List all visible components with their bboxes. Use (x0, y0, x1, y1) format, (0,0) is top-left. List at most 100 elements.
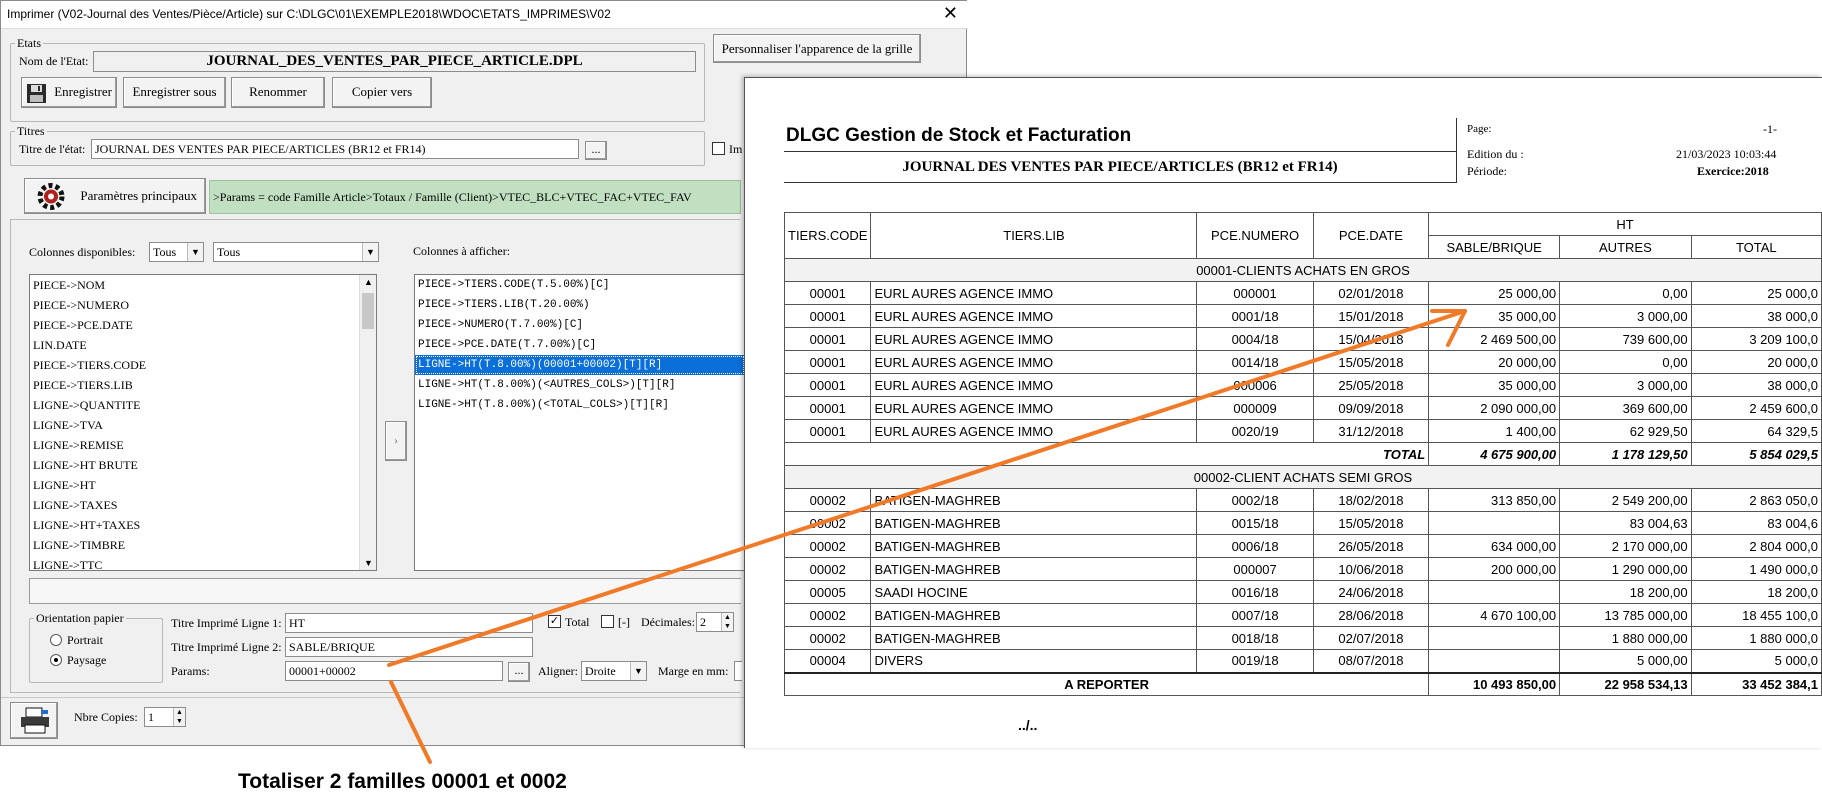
title-browse-button[interactable]: ... (585, 141, 607, 160)
print-params-field[interactable]: 00001+00002 (285, 661, 503, 681)
cell-tiers-lib: SAADI HOCINE (870, 580, 1198, 604)
total-checkbox[interactable]: ✓ (548, 615, 561, 628)
cell-total: 20 000,0 (1690, 350, 1822, 374)
chevron-down-icon[interactable]: ▼ (364, 558, 373, 568)
table-row: 00005 SAADI HOCINE 0016/18 24/06/2018 18 200… (783, 580, 1822, 604)
spinner-arrows-icon[interactable]: ▲ ▼ (721, 613, 733, 631)
table-row: 00002 BATIGEN-MAGHREB 0007/18 28/06/2018 4 6… (783, 603, 1822, 627)
available-column-item[interactable]: LIGNE->TVA (30, 415, 360, 435)
add-column-button[interactable]: › (385, 421, 407, 461)
available-column-item[interactable]: LIGNE->HT (30, 475, 360, 495)
spinner-arrows-icon[interactable]: ▲ ▼ (173, 708, 185, 726)
cell-total: 1 880 000,0 (1690, 626, 1822, 650)
chevron-up-icon[interactable]: ▲ (364, 277, 373, 287)
available-columns-list[interactable]: PIECE->NOM PIECE->NUMERO PIECE->PCE.DATE LI… (29, 274, 377, 571)
cell-pce-numero: 0020/19 (1196, 419, 1314, 443)
cell-pce-date: 24/06/2018 (1312, 580, 1430, 604)
displayed-column-item[interactable]: LIGNE->HT(T.8.00%)(00001+00002)[T][R] (415, 355, 744, 375)
displayed-columns-label: Colonnes à afficher: (413, 244, 511, 258)
available-column-item[interactable]: LIGNE->REMISE (30, 435, 360, 455)
cell-pce-numero: 0001/18 (1196, 304, 1314, 328)
cell-autres: 83 004,63 (1559, 511, 1692, 535)
params-browse-button[interactable]: ... (508, 662, 530, 682)
displayed-column-item[interactable]: PIECE->TIERS.LIB(T.20.00%) (415, 295, 744, 315)
available-column-item[interactable]: LIN.DATE (30, 335, 360, 355)
cell-sable-brique: 1 400,00 (1428, 419, 1561, 443)
table-row: 00001 EURL AURES AGENCE IMMO 0014/18 15/05/… (783, 350, 1822, 374)
landscape-radio[interactable] (50, 654, 62, 666)
cell-autres: 2 549 200,00 (1559, 488, 1692, 512)
table-row: 00002 BATIGEN-MAGHREB 0006/18 26/05/2018 634… (783, 534, 1822, 558)
decimals-spinner[interactable]: 2 ▲ ▼ (696, 612, 734, 632)
copy-to-button[interactable]: Copier vers (332, 77, 432, 108)
displayed-column-item[interactable]: PIECE->PCE.DATE(T.7.00%)[C] (415, 335, 744, 355)
carry-forward-label: A REPORTER (783, 671, 1430, 696)
print-line2-field[interactable]: SABLE/BRIQUE (285, 637, 533, 657)
cell-sable-brique (1428, 580, 1561, 604)
cell-pce-date: 15/01/2018 (1312, 304, 1430, 328)
table-row: 00002 BATIGEN-MAGHREB 0015/18 15/05/2018 83 … (783, 511, 1822, 535)
im-checkbox[interactable] (712, 142, 725, 155)
table-row: 00002 BATIGEN-MAGHREB 0018/18 02/07/2018 1 8… (783, 626, 1822, 650)
displayed-columns-list[interactable]: PIECE->TIERS.CODE(T.5.00%)[C] PIECE->TIER… (414, 274, 744, 571)
table-row: 00004 DIVERS 0019/18 08/07/2018 5 000,00 5 00… (783, 649, 1822, 673)
portrait-radio[interactable] (50, 634, 62, 646)
margin-field[interactable] (734, 661, 742, 681)
available-list-scrollbar[interactable]: ▲ ▼ (359, 275, 376, 570)
available-column-item[interactable]: PIECE->NOM (30, 275, 360, 295)
cell-tiers-lib: BATIGEN-MAGHREB (870, 511, 1198, 535)
rename-button[interactable]: Renommer (231, 77, 325, 108)
available-filter-1-select[interactable]: Tous ▼ (149, 242, 204, 262)
available-column-item[interactable]: PIECE->PCE.DATE (30, 315, 360, 335)
available-column-item[interactable]: PIECE->TIERS.CODE (30, 355, 360, 375)
cell-sable-brique: 20 000,00 (1428, 350, 1561, 374)
cell-pce-date: 08/07/2018 (1312, 649, 1430, 673)
close-icon[interactable]: ✕ (943, 3, 958, 24)
displayed-column-item[interactable]: PIECE->TIERS.CODE(T.5.00%)[C] (415, 275, 744, 295)
displayed-column-item[interactable]: LIGNE->HT(T.8.00%)(<AUTRES_COLS>)[T][R] (415, 375, 744, 395)
align-label: Aligner: (538, 664, 578, 678)
available-column-item[interactable]: LIGNE->TIMBRE (30, 535, 360, 555)
total-total: 5 854 029,5 (1690, 442, 1822, 466)
table-row: 00001 EURL AURES AGENCE IMMO 000001 02/01/2… (783, 281, 1822, 305)
cell-pce-numero: 0006/18 (1196, 534, 1314, 558)
save-as-button[interactable]: Enregistrer sous (123, 77, 226, 108)
available-column-item[interactable]: LIGNE->TTC (30, 555, 360, 570)
available-column-item[interactable]: PIECE->TIERS.LIB (30, 375, 360, 395)
state-name-label: Nom de l'Etat: (19, 54, 89, 68)
copies-spinner[interactable]: 1 ▲ ▼ (144, 707, 186, 727)
print-line1-field[interactable]: HT (285, 613, 533, 633)
page-label: Page: (1467, 123, 1492, 135)
print-button[interactable] (10, 702, 58, 739)
cell-tiers-code: 00001 (783, 327, 872, 351)
cell-sable-brique (1428, 511, 1561, 535)
cell-tiers-code: 00001 (783, 396, 872, 420)
params-summary: >Params = code Famille Article>Totaux / … (209, 180, 741, 214)
scrollbar-thumb[interactable] (362, 293, 374, 329)
available-column-item[interactable]: LIGNE->HT BRUTE (30, 455, 360, 475)
save-button[interactable]: Enregistrer (21, 77, 117, 108)
main-params-button[interactable]: Paramètres principaux (24, 178, 206, 214)
chevron-down-icon: ▼ (630, 662, 646, 680)
decimals-value: 2 (700, 615, 706, 629)
header-tiers-code: TIERS.CODE (783, 212, 872, 259)
header-ht: HT (1428, 212, 1822, 236)
available-column-item[interactable]: PIECE->NUMERO (30, 295, 360, 315)
printer-icon (21, 707, 49, 734)
available-column-item[interactable]: LIGNE->HT+TAXES (30, 515, 360, 535)
align-select[interactable]: Droite ▼ (581, 661, 647, 681)
header-tiers-lib: TIERS.LIB (870, 212, 1198, 259)
displayed-column-item[interactable]: PIECE->NUMERO(T.7.00%)[C] (415, 315, 744, 335)
cell-tiers-code: 00002 (783, 557, 872, 581)
minus-checkbox[interactable] (601, 615, 614, 628)
displayed-column-item[interactable]: LIGNE->HT(T.8.00%)(<TOTAL_COLS>)[T][R] (415, 395, 744, 415)
available-filter-2-select[interactable]: Tous ▼ (213, 242, 379, 262)
state-name-field[interactable]: JOURNAL_DES_VENTES_PAR_PIECE_ARTICLE.DPL (93, 51, 696, 72)
cell-pce-date: 15/04/2018 (1312, 327, 1430, 351)
cell-tiers-code: 00004 (783, 649, 872, 673)
report-title-field[interactable]: JOURNAL DES VENTES PAR PIECE/ARTICLES (B… (91, 139, 579, 159)
customize-grid-button[interactable]: Personnaliser l'apparence de la grille (713, 34, 921, 63)
available-column-item[interactable]: LIGNE->TAXES (30, 495, 360, 515)
cell-total: 2 863 050,0 (1690, 488, 1822, 512)
available-column-item[interactable]: LIGNE->QUANTITE (30, 395, 360, 415)
